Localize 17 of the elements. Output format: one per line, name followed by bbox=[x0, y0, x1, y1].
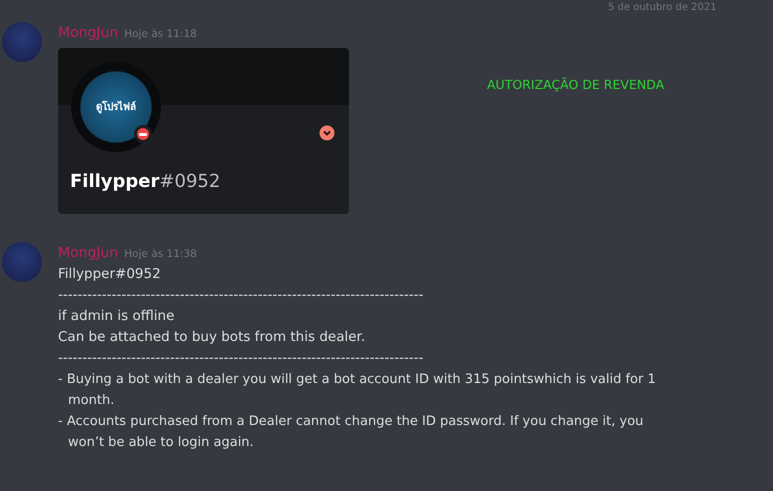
profile-username: Fillypper#0952 bbox=[70, 170, 220, 194]
message-text: if admin is offline bbox=[58, 307, 176, 326]
overlay-caption: AUTORIZAÇÃO DE REVENDA bbox=[487, 76, 664, 94]
avatar-overlay-text: ดูโปรไฟล์ bbox=[96, 100, 136, 114]
message-text: Can be attached to buy bots from this dealer. bbox=[58, 328, 366, 347]
date-divider: 5 de outubro de 2021 bbox=[608, 1, 717, 15]
list-item: - Accounts purchased from a Dealer cannot change the ID password. If you change it, you won’t be able to login again. bbox=[58, 413, 644, 452]
chevron-icon[interactable] bbox=[319, 125, 335, 141]
list-item: - Buying a bot with a dealer you will get a bot account ID with 315 pointswhich is valid for 1 month. bbox=[58, 371, 657, 410]
timestamp: Hoje às 11:38 bbox=[124, 248, 197, 260]
avatar[interactable] bbox=[2, 22, 42, 62]
timestamp: Hoje às 11:18 bbox=[124, 28, 197, 40]
message-text: --------------------------------------------------------------------------- bbox=[58, 349, 424, 368]
message-text: Fillypper#0952 bbox=[58, 265, 162, 284]
message-text: --------------------------------------------------------------------------- bbox=[58, 286, 424, 305]
avatar[interactable] bbox=[2, 242, 42, 282]
profile-card[interactable]: ดูโปรไฟล์ Fillypper#0952 bbox=[58, 48, 349, 214]
